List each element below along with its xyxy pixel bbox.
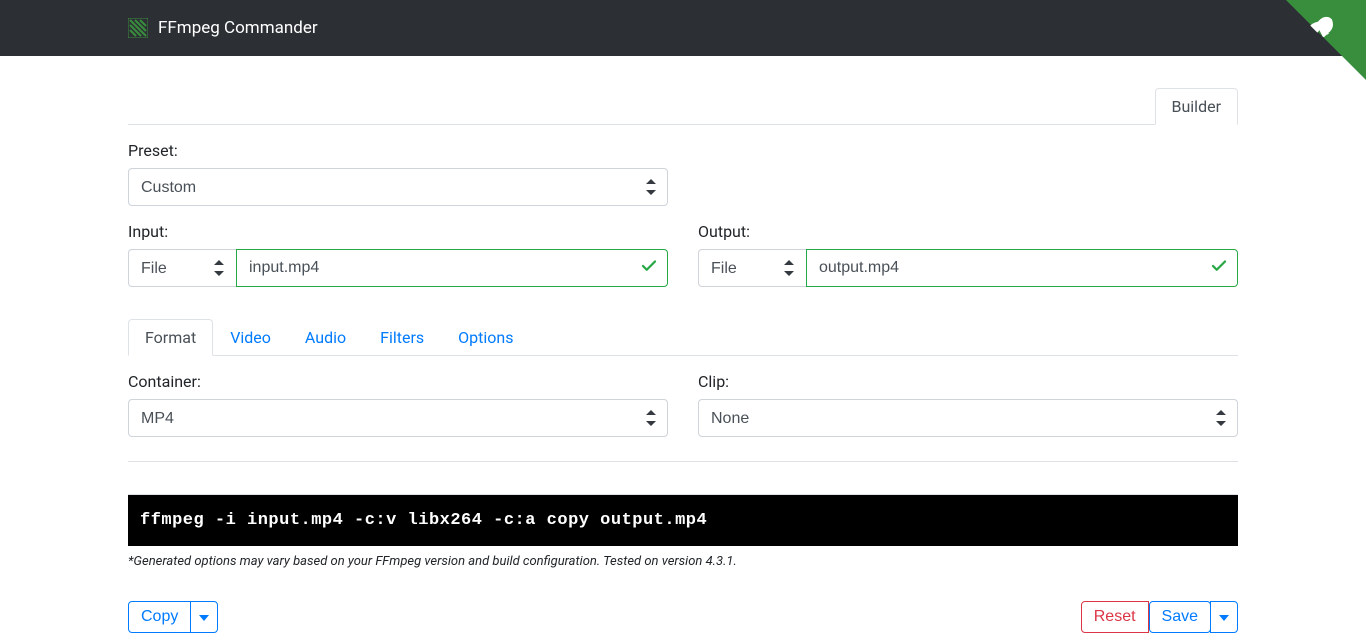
output-file-field[interactable] bbox=[806, 249, 1238, 287]
clip-label: Clip: bbox=[698, 372, 1238, 391]
copy-button[interactable]: Copy bbox=[128, 601, 191, 633]
ffmpeg-logo-icon bbox=[128, 18, 148, 38]
preset-select[interactable]: Custom bbox=[128, 168, 668, 206]
navbar-brand[interactable]: FFmpeg Commander bbox=[128, 18, 318, 38]
tab-audio[interactable]: Audio bbox=[288, 319, 363, 356]
copy-dropdown-button[interactable] bbox=[190, 601, 218, 633]
preset-label: Preset: bbox=[128, 141, 1238, 160]
tab-format[interactable]: Format bbox=[128, 319, 213, 356]
navbar: FFmpeg Commander bbox=[0, 0, 1366, 56]
tab-filters[interactable]: Filters bbox=[363, 319, 441, 356]
settings-tabs: Format Video Audio Filters Options bbox=[128, 319, 1238, 356]
github-corner-link[interactable] bbox=[1286, 0, 1366, 80]
clip-select[interactable]: None bbox=[698, 399, 1238, 437]
output-type-select[interactable]: File bbox=[698, 249, 806, 287]
save-dropdown-button[interactable] bbox=[1210, 601, 1238, 633]
input-label: Input: bbox=[128, 222, 668, 241]
reset-button[interactable]: Reset bbox=[1081, 601, 1149, 633]
main-tabs: Builder bbox=[128, 88, 1238, 125]
input-type-select[interactable]: File bbox=[128, 249, 236, 287]
command-output: ffmpeg -i input.mp4 -c:v libx264 -c:a co… bbox=[128, 494, 1238, 546]
container-label: Container: bbox=[128, 372, 668, 391]
input-file-field[interactable] bbox=[236, 249, 668, 287]
disclaimer-text: *Generated options may vary based on you… bbox=[128, 554, 1238, 569]
tab-builder[interactable]: Builder bbox=[1155, 88, 1239, 125]
chevron-down-icon bbox=[1219, 608, 1229, 625]
chevron-down-icon bbox=[199, 608, 209, 625]
app-title: FFmpeg Commander bbox=[158, 18, 318, 38]
tab-video[interactable]: Video bbox=[213, 319, 288, 356]
tab-options[interactable]: Options bbox=[441, 319, 530, 356]
save-button[interactable]: Save bbox=[1149, 601, 1211, 633]
container-select[interactable]: MP4 bbox=[128, 399, 668, 437]
output-label: Output: bbox=[698, 222, 1238, 241]
divider bbox=[128, 461, 1238, 462]
